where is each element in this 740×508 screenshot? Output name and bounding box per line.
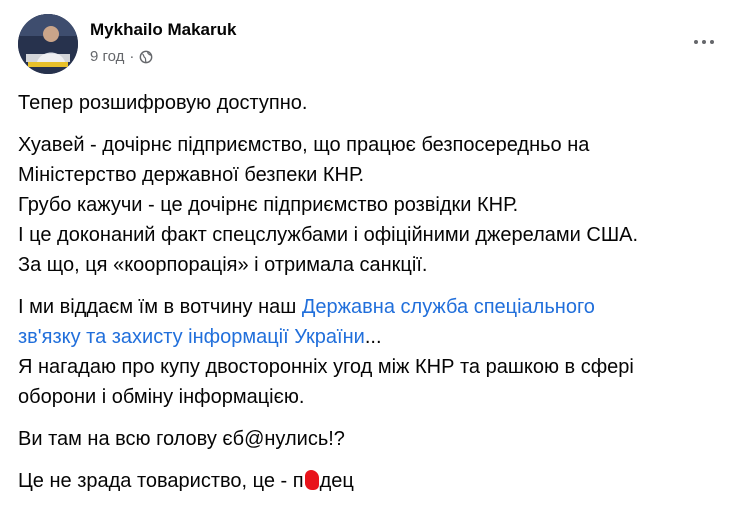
- text-line: Ви там на всю голову єб@нулись!?: [18, 428, 345, 450]
- text-line: Це не зрада товариство, це - п дец: [18, 466, 722, 496]
- facebook-post: Mykhailo Makaruk 9 год · Тепер розшифров…: [0, 0, 740, 493]
- text-line: оборони і обміну інформацією.: [18, 386, 305, 408]
- text-line: Тепер розшифровую доступно.: [18, 92, 308, 114]
- text-segment: І ми віддаєм їм в вотчину наш: [18, 296, 302, 318]
- text-segment: Це не зрада товариство, це - п: [18, 470, 304, 492]
- paragraph-4: Ви там на всю голову єб@нулись!?: [18, 424, 722, 454]
- more-options-icon[interactable]: [686, 28, 722, 56]
- text-line: Грубо кажучи - це дочірнє підприємство р…: [18, 194, 519, 216]
- text-line: І це доконаний факт спецслужбами і офіці…: [18, 224, 639, 246]
- text-line: І ми віддаєм їм в вотчину наш Державна с…: [18, 292, 722, 322]
- text-segment: ...: [364, 326, 382, 348]
- post-meta: 9 год ·: [90, 48, 153, 65]
- avatar[interactable]: [18, 14, 78, 74]
- page-link-part-2[interactable]: зв'язку та захисту інформації України: [18, 326, 365, 348]
- post-header: Mykhailo Makaruk 9 год ·: [18, 14, 722, 74]
- globe-icon[interactable]: [139, 50, 153, 64]
- text-line: зв'язку та захисту інформації України...: [18, 322, 722, 352]
- author-name[interactable]: Mykhailo Makaruk: [90, 20, 236, 40]
- text-line: Хуавей - дочірнє підприємство, що працює…: [18, 134, 590, 156]
- text-line: За що, ця «коорпорація» і отримала санкц…: [18, 254, 428, 276]
- post-time[interactable]: 9 год: [90, 48, 124, 65]
- paragraph-1: Тепер розшифровую доступно.: [18, 88, 722, 118]
- post-body: Тепер розшифровую доступно. Хуавей - доч…: [18, 88, 722, 508]
- page-link-part-1[interactable]: Державна служба спеціального: [302, 296, 595, 318]
- paragraph-2: Хуавей - дочірнє підприємство, що працює…: [18, 130, 722, 280]
- paragraph-5: Це не зрада товариство, це - п дец: [18, 466, 722, 496]
- paragraph-3: І ми віддаєм їм в вотчину наш Державна с…: [18, 292, 722, 412]
- text-line: Міністерство державної безпеки КНР.: [18, 164, 365, 186]
- censor-mark: [304, 470, 319, 490]
- text-line: Я нагадаю про купу двосторонніх угод між…: [18, 356, 634, 378]
- meta-separator: ·: [129, 48, 135, 65]
- text-segment: дец: [319, 470, 354, 492]
